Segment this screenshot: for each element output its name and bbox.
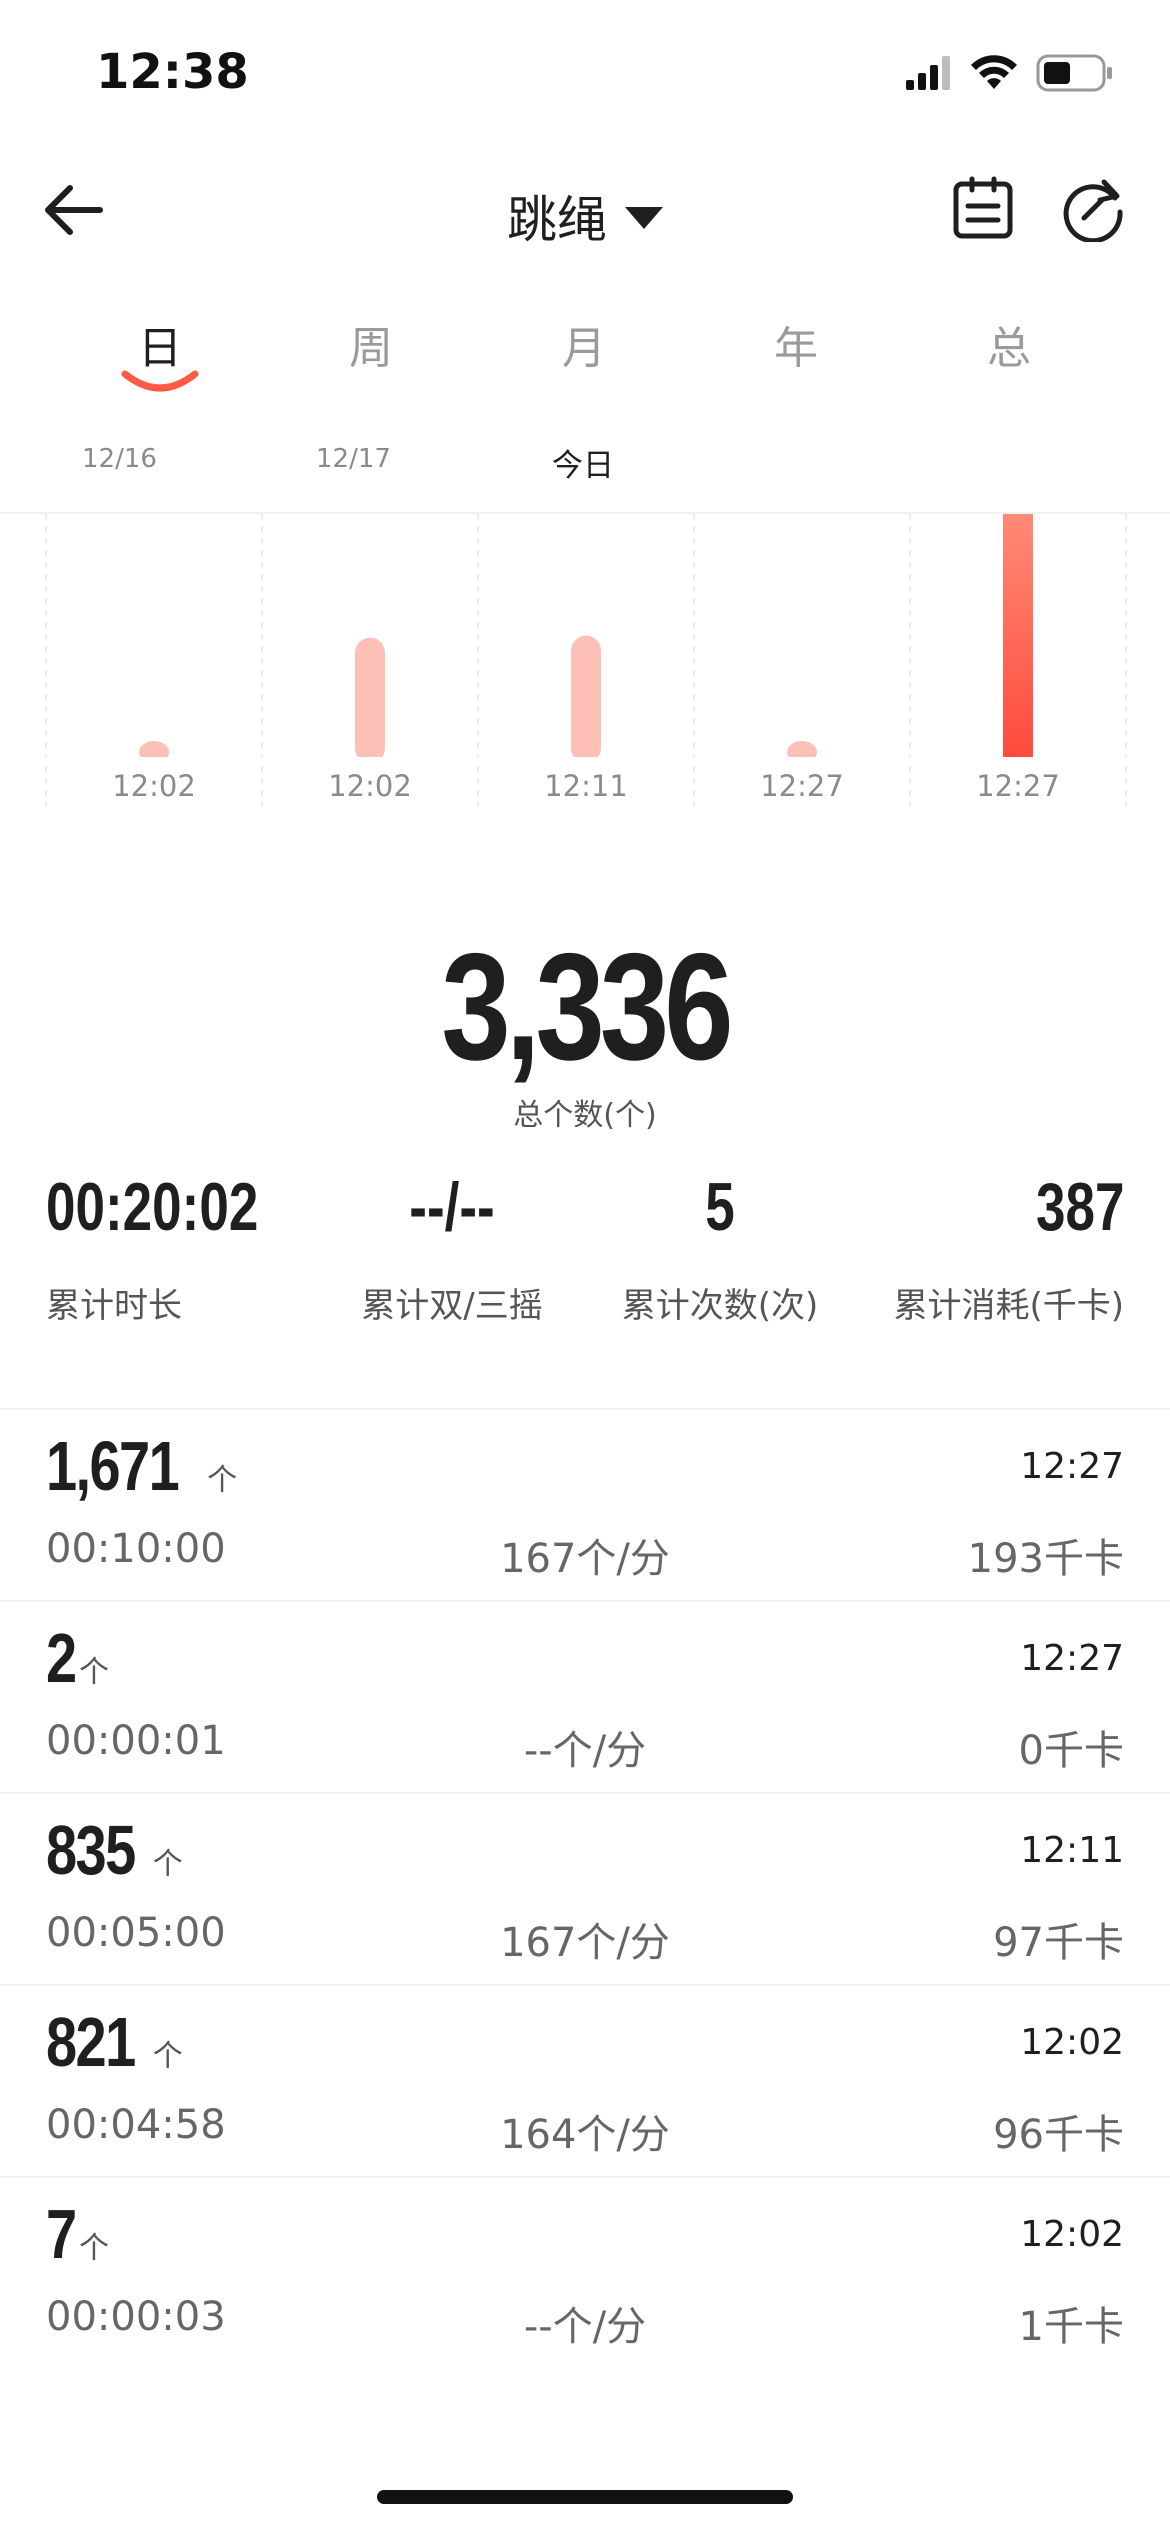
- date-item[interactable]: 12/17: [316, 444, 391, 474]
- session-bar-chart: 12:02 12:02 12:11 12:27 12:27: [0, 512, 1170, 807]
- nav-title: 跳绳: [507, 191, 607, 249]
- record-list: 1,671 个 12:27 00:10:00 167个/分 193千卡 2 个 …: [0, 1408, 1170, 2368]
- record-count: 1,671 个: [46, 1426, 237, 1506]
- chart-bar[interactable]: [571, 635, 601, 763]
- record-count-value: 1,671: [46, 1427, 180, 1505]
- chart-x-tick-label: 12:11: [544, 769, 628, 803]
- record-count-unit: 个: [207, 1463, 238, 1498]
- refresh-icon: [1063, 179, 1123, 244]
- chart-bar[interactable]: [355, 637, 385, 763]
- record-count-value: 821: [46, 2003, 136, 2081]
- record-count: 835 个: [46, 1810, 183, 1890]
- status-bar: 12:38: [0, 0, 1170, 150]
- record-time: 12:02: [1020, 2022, 1124, 2063]
- record-calories: 97千卡: [993, 1920, 1124, 1966]
- battery-icon: [1036, 54, 1114, 96]
- list-item[interactable]: 821 个 12:02 00:04:58 164个/分 96千卡: [0, 1984, 1170, 2176]
- date-item[interactable]: 12/16: [82, 444, 157, 474]
- record-pace: --个/分: [523, 1728, 647, 1774]
- tab-day[interactable]: 日: [100, 312, 220, 376]
- record-count-unit: 个: [152, 1847, 183, 1882]
- chart-x-tick-label: 12:27: [976, 769, 1060, 803]
- record-time: 12:02: [1020, 2214, 1124, 2255]
- record-calories: 1千卡: [1018, 2304, 1124, 2350]
- chart-x-tick-label: 12:02: [112, 769, 196, 803]
- record-count: 7 个: [46, 2194, 109, 2274]
- stat-calories-value: 387: [1035, 1169, 1124, 1245]
- tab-month[interactable]: 月: [524, 312, 644, 376]
- list-item[interactable]: 7 个 12:02 00:00:03 --个/分 1千卡: [0, 2176, 1170, 2368]
- record-count-unit: 个: [152, 2039, 183, 2074]
- chart-x-tick-label: 12:27: [760, 769, 844, 803]
- tab-week[interactable]: 周: [311, 312, 431, 376]
- nav-bar: 跳绳: [0, 160, 1170, 260]
- list-item[interactable]: 2 个 12:27 00:00:01 --个/分 0千卡: [0, 1600, 1170, 1792]
- record-time: 12:27: [1020, 1638, 1124, 1679]
- stats-row: 00:20:02 累计时长 --/-- 累计双/三摇 5 累计次数(次) 387…: [0, 1168, 1170, 1328]
- status-time: 12:38: [96, 44, 249, 100]
- list-item[interactable]: 835 个 12:11 00:05:00 167个/分 97千卡: [0, 1792, 1170, 1984]
- stat-duration-value: 00:20:02: [46, 1169, 259, 1245]
- total-count-label: 总个数(个): [513, 1098, 657, 1133]
- date-strip: 12/16 12/17 今日: [0, 440, 1170, 500]
- record-count-unit: 个: [78, 1655, 109, 1690]
- cellular-signal-icon: [906, 56, 952, 94]
- clipboard-list-icon: [953, 176, 1013, 239]
- chart-x-tick-label: 12:02: [328, 769, 412, 803]
- chart-bar[interactable]: [1003, 514, 1033, 757]
- stat-double-value: --/--: [409, 1169, 495, 1245]
- wifi-icon: [970, 55, 1018, 95]
- stat-sessions-value: 5: [705, 1169, 735, 1245]
- chart-baseline: [0, 757, 1170, 763]
- record-count-value: 7: [46, 2195, 77, 2273]
- record-calories: 193千卡: [967, 1536, 1124, 1582]
- nav-actions: [950, 176, 1126, 244]
- records-button[interactable]: [950, 176, 1016, 242]
- record-count: 2 个: [46, 1618, 109, 1698]
- tab-year[interactable]: 年: [736, 312, 856, 376]
- period-tabs: 日 周 月 年 总: [0, 300, 1170, 400]
- stat-double-label: 累计双/三摇: [361, 1286, 543, 1326]
- refresh-button[interactable]: [1060, 176, 1126, 244]
- record-pace: --个/分: [523, 2304, 647, 2350]
- tab-active-indicator: [121, 370, 199, 392]
- record-count-unit: 个: [78, 2231, 109, 2266]
- record-count-value: 2: [46, 1619, 77, 1697]
- record-count: 821 个: [46, 2002, 183, 2082]
- tab-total[interactable]: 总: [949, 312, 1069, 376]
- total-count: 3,336: [441, 922, 733, 1092]
- record-time: 12:11: [1020, 1830, 1124, 1871]
- stat-sessions-label: 累计次数(次): [621, 1286, 819, 1326]
- stat-calories-label: 累计消耗(千卡): [893, 1286, 1124, 1326]
- record-calories: 0千卡: [1018, 1728, 1124, 1774]
- caret-down-icon: [625, 207, 663, 229]
- record-time: 12:27: [1020, 1446, 1124, 1487]
- stat-duration-label: 累计时长: [46, 1286, 182, 1326]
- home-indicator: [377, 2490, 793, 2504]
- record-count-value: 835: [46, 1811, 136, 1889]
- date-item-today[interactable]: 今日: [552, 440, 614, 485]
- record-calories: 96千卡: [993, 2112, 1124, 2158]
- status-icons: [906, 54, 1114, 96]
- list-item[interactable]: 1,671 个 12:27 00:10:00 167个/分 193千卡: [0, 1408, 1170, 1600]
